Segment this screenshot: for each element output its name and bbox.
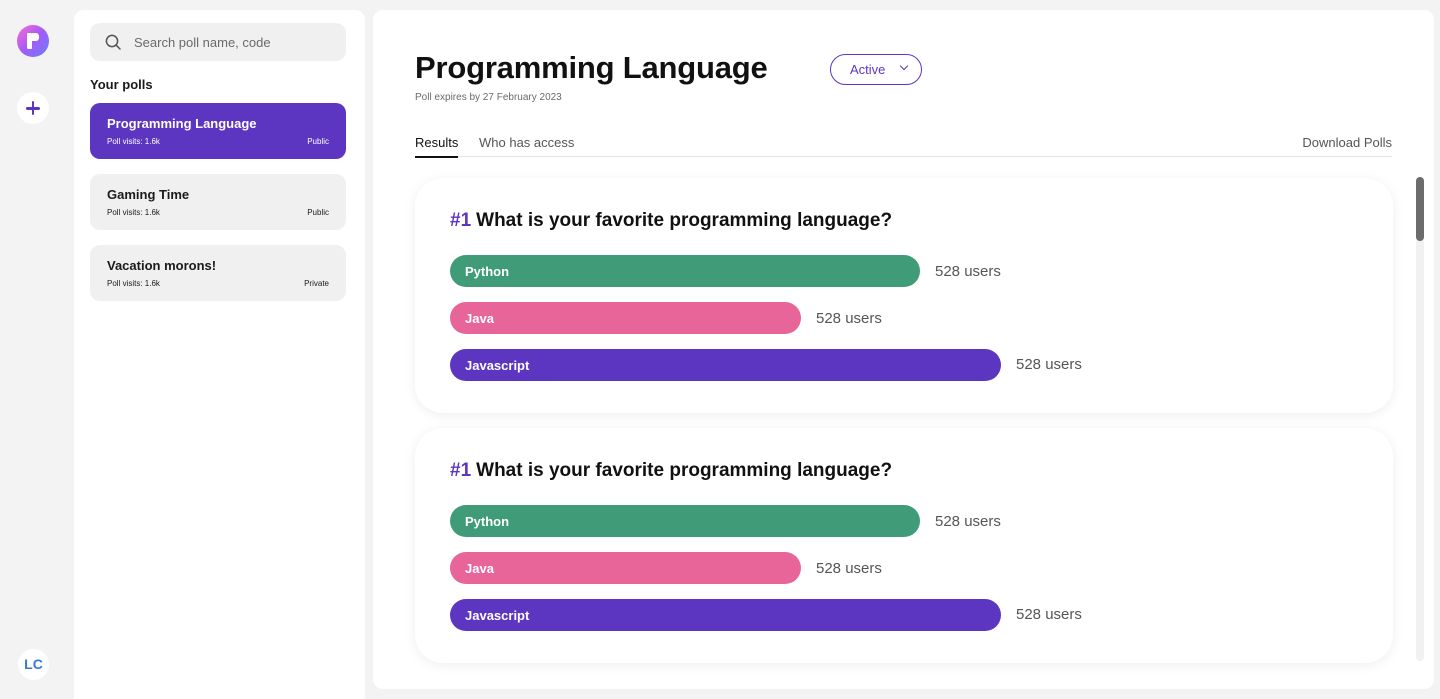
results-scrollbar[interactable] <box>1416 177 1424 661</box>
question-text: What is your favorite programming langua… <box>476 460 893 481</box>
search-box <box>90 23 346 61</box>
plus-icon-stem <box>31 101 35 115</box>
poll-card-title: Vacation morons! <box>107 258 217 273</box>
option-count: 528 users <box>1016 356 1082 373</box>
poll-card-gaming-time[interactable]: Gaming Time Poll visits: 1.6k Public <box>90 174 346 230</box>
poll-card-visibility: Private <box>304 279 329 288</box>
your-polls-heading: Your polls <box>90 77 153 92</box>
result-bar-python: Python <box>450 505 920 537</box>
poll-card-title: Gaming Time <box>107 187 190 202</box>
tab-results[interactable]: Results <box>415 135 459 158</box>
option-count: 528 users <box>1016 606 1082 623</box>
poll-card-vacation-morons[interactable]: Vacation morons! Poll visits: 1.6k Priva… <box>90 245 346 301</box>
status-dropdown[interactable]: Active <box>830 54 922 85</box>
result-bar-java: Java <box>450 552 801 584</box>
status-label: Active <box>850 62 886 77</box>
result-bar-javascript: Javascript <box>450 599 1001 631</box>
poll-expiry-text: Poll expires by 27 February 2023 <box>415 92 562 103</box>
poll-card-visits: Poll visits: 1.6k <box>107 137 160 146</box>
poll-card-visibility: Public <box>307 208 329 217</box>
polls-sidebar: Your polls Programming Language Poll vis… <box>74 10 365 699</box>
chevron-down-icon <box>899 61 909 71</box>
question-card: #1 What is your favorite programming lang… <box>415 178 1393 413</box>
poll-card-visits: Poll visits: 1.6k <box>107 279 160 288</box>
question-number: #1 <box>450 460 472 481</box>
option-label: Java <box>465 311 494 326</box>
poll-card-visibility: Public <box>307 137 329 146</box>
app-logo-icon[interactable] <box>17 25 49 57</box>
option-label: Python <box>465 514 510 529</box>
poll-card-visits: Poll visits: 1.6k <box>107 208 160 217</box>
search-icon <box>105 34 121 50</box>
result-bar-java: Java <box>450 302 801 334</box>
option-label: Python <box>465 264 510 279</box>
option-label: Java <box>465 561 494 576</box>
option-count: 528 users <box>816 560 882 577</box>
option-count: 528 users <box>935 513 1001 530</box>
search-input[interactable] <box>134 23 334 61</box>
poll-detail-panel: Programming Language Active Poll expires… <box>373 10 1434 689</box>
option-label: Javascript <box>465 358 530 373</box>
scrollbar-thumb[interactable] <box>1416 177 1424 241</box>
result-bar-python: Python <box>450 255 920 287</box>
poll-card-programming-language[interactable]: Programming Language Poll visits: 1.6k P… <box>90 103 346 159</box>
question-text: What is your favorite programming langua… <box>476 210 893 231</box>
poll-card-title: Programming Language <box>107 116 257 131</box>
page-title: Programming Language <box>415 50 768 85</box>
result-bar-javascript: Javascript <box>450 349 1001 381</box>
option-count: 528 users <box>816 310 882 327</box>
option-count: 528 users <box>935 263 1001 280</box>
logo-mark-bowl <box>32 33 39 41</box>
new-poll-button[interactable] <box>17 92 49 124</box>
tab-bar: Results Who has access Download Polls <box>415 133 1392 158</box>
option-label: Javascript <box>465 608 530 623</box>
results-list: #1 What is your favorite programming lang… <box>415 178 1393 689</box>
left-rail: LC <box>0 0 66 699</box>
question-card: #1 What is your favorite programming lang… <box>415 428 1393 663</box>
question-number: #1 <box>450 210 472 231</box>
user-avatar[interactable]: LC <box>18 649 49 680</box>
tab-who-has-access[interactable]: Who has access <box>479 135 574 157</box>
question-title: #1 What is your favorite programming lang… <box>450 460 892 482</box>
download-polls-link[interactable]: Download Polls <box>1302 135 1392 150</box>
question-title: #1 What is your favorite programming lang… <box>450 210 892 232</box>
